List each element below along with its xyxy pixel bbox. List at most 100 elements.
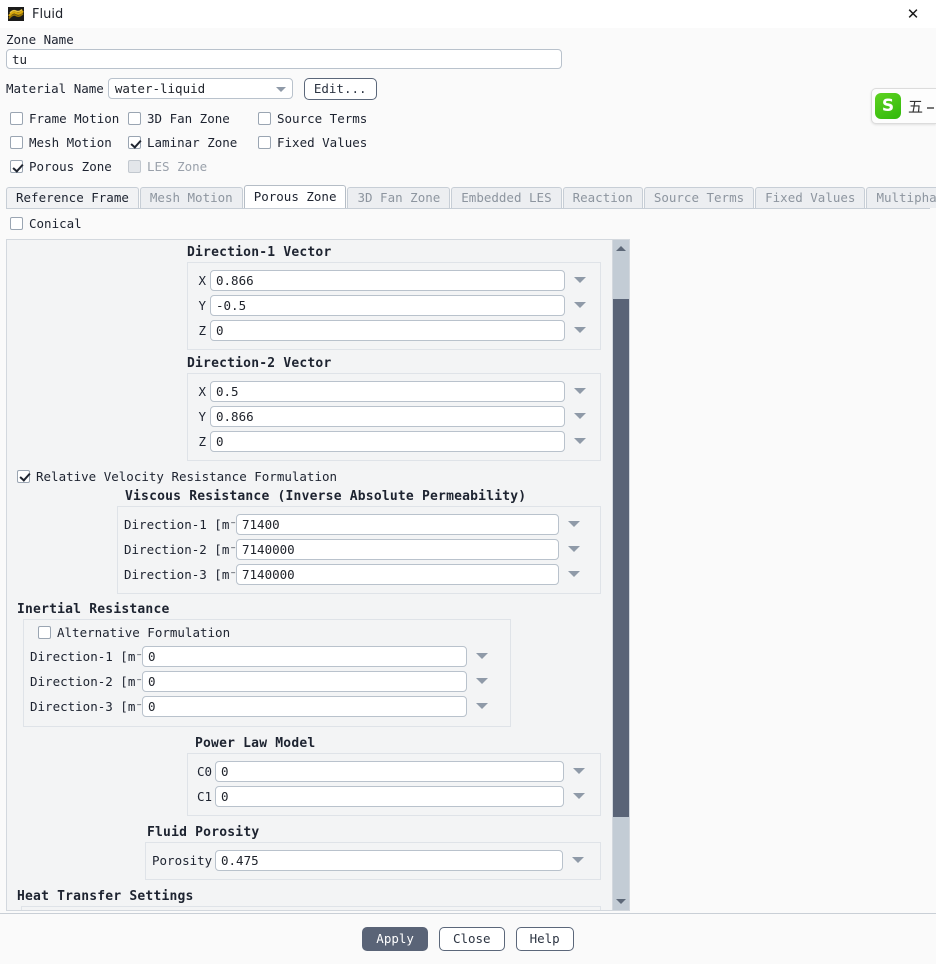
tab-reaction[interactable]: Reaction	[562, 186, 643, 208]
checkbox-source-terms[interactable]: Source Terms	[258, 111, 367, 126]
checkbox-box	[10, 112, 23, 126]
dropdown-arrow-icon[interactable]	[574, 327, 586, 334]
checkbox-alternative-formulation[interactable]: Alternative Formulation	[38, 625, 230, 640]
dropdown-arrow-icon[interactable]	[568, 521, 580, 528]
inertial-resistance-group: Alternative Formulation Direction-1 [m⁻¹…	[23, 618, 511, 727]
direction1-title: Direction-1 Vector	[187, 244, 332, 260]
direction2-y-input[interactable]	[210, 405, 565, 427]
dropdown-arrow-icon[interactable]	[476, 703, 488, 710]
checkbox-fixed-values[interactable]: Fixed Values	[258, 135, 367, 150]
field-label: X	[198, 272, 206, 288]
field-label: Direction-1 [m⁻¹]	[30, 648, 158, 664]
viscous-resistance-title: Viscous Resistance (Inverse Absolute Per…	[125, 488, 527, 504]
tab-source-terms[interactable]: Source Terms	[643, 186, 755, 208]
checkbox-box	[38, 625, 51, 639]
dropdown-arrow-icon[interactable]	[573, 768, 585, 775]
scrollbar-thumb[interactable]	[613, 298, 629, 817]
direction1-y-row: Y	[194, 294, 594, 316]
triangle-down-icon	[616, 898, 626, 904]
inertial-direction2-input[interactable]	[142, 670, 467, 692]
checkbox-label: 3D Fan Zone	[147, 111, 230, 127]
dropdown-arrow-icon[interactable]	[568, 571, 580, 578]
ime-mode-label[interactable]: 五	[908, 96, 923, 117]
direction2-group: X Y Z	[187, 372, 601, 461]
tab-fixed-values[interactable]: Fixed Values	[755, 186, 866, 208]
material-edit-button[interactable]: Edit...	[303, 78, 377, 100]
zone-name-input[interactable]	[6, 49, 562, 69]
tab-underline	[6, 207, 930, 209]
direction2-x-input[interactable]	[210, 380, 565, 402]
direction1-x-input[interactable]	[210, 269, 565, 291]
scrollbar-track[interactable]	[613, 256, 629, 893]
dropdown-arrow-icon[interactable]	[476, 678, 488, 685]
ime-more-icon[interactable]	[927, 106, 934, 109]
viscous-direction1-input[interactable]	[236, 513, 559, 535]
tab-reference-frame[interactable]: Reference Frame	[6, 186, 139, 208]
power-law-c1-input[interactable]	[215, 785, 564, 807]
inertial-direction3-input[interactable]	[142, 695, 467, 717]
checkbox-label: Mesh Motion	[29, 135, 112, 151]
zone-name-label: Zone Name	[6, 32, 74, 47]
help-button[interactable]: Help	[515, 927, 574, 951]
inertial-direction1-input[interactable]	[142, 645, 467, 667]
dropdown-arrow-icon[interactable]	[574, 302, 586, 309]
checkbox-porous-zone[interactable]: Porous Zone	[10, 159, 112, 174]
field-label: C0	[196, 763, 212, 779]
dropdown-arrow-icon[interactable]	[573, 793, 585, 800]
scroll-down-button[interactable]	[613, 892, 629, 910]
direction1-z-input[interactable]	[210, 319, 565, 341]
tab-porous-zone[interactable]: Porous Zone	[243, 184, 347, 208]
checkbox-3d-fan-zone[interactable]: 3D Fan Zone	[128, 111, 230, 126]
scroll-up-button[interactable]	[613, 239, 629, 257]
heat-transfer-title: Heat Transfer Settings	[17, 888, 194, 904]
checkbox-label: Porous Zone	[29, 159, 112, 175]
material-name-dropdown[interactable]: water-liquid	[107, 78, 293, 100]
tab-mesh-motion[interactable]: Mesh Motion	[139, 186, 243, 208]
checkbox-box	[258, 136, 271, 150]
tab-multiphase[interactable]: Multiphase	[866, 186, 936, 208]
power-law-c0-input[interactable]	[215, 760, 564, 782]
direction1-y-input[interactable]	[210, 294, 565, 316]
field-label: Y	[198, 408, 206, 424]
viscous-direction3-input[interactable]	[236, 563, 559, 585]
checkbox-mesh-motion[interactable]: Mesh Motion	[10, 135, 112, 150]
field-label: Direction-1 [m⁻²]	[124, 516, 252, 532]
dropdown-arrow-icon[interactable]	[574, 413, 586, 420]
porous-zone-scroll-panel: Direction-1 Vector X Y Z	[6, 238, 630, 911]
tab-bar: Reference Frame Mesh Motion Porous Zone …	[6, 184, 936, 208]
dropdown-arrow-icon[interactable]	[572, 857, 584, 864]
checkbox-box	[17, 469, 30, 483]
field-label: Y	[198, 297, 206, 313]
sogou-logo-icon[interactable]: S	[874, 93, 901, 119]
close-button[interactable]: Close	[438, 927, 505, 951]
power-law-group: C0 C1	[187, 752, 601, 816]
checkbox-box	[10, 160, 23, 174]
tab-embedded-les[interactable]: Embedded LES	[451, 186, 562, 208]
checkbox-label: Alternative Formulation	[57, 624, 231, 640]
dropdown-arrow-icon[interactable]	[476, 653, 488, 660]
checkbox-laminar-zone[interactable]: Laminar Zone	[128, 135, 237, 150]
dropdown-arrow-icon[interactable]	[574, 277, 586, 284]
viscous-direction2-input[interactable]	[236, 538, 559, 560]
direction2-z-input[interactable]	[210, 430, 565, 452]
close-icon[interactable]: ✕	[890, 0, 936, 28]
vertical-scrollbar[interactable]	[612, 239, 629, 910]
apply-button[interactable]: Apply	[362, 927, 428, 951]
fluid-dialog: Fluid ✕ Zone Name Material Name water-li…	[0, 0, 936, 964]
tab-3d-fan-zone[interactable]: 3D Fan Zone	[347, 186, 451, 208]
field-label: X	[198, 383, 206, 399]
checkbox-relative-velocity-resistance[interactable]: Relative Velocity Resistance Formulation	[17, 469, 337, 484]
dropdown-arrow-icon[interactable]	[568, 546, 580, 553]
checkbox-box	[10, 136, 23, 150]
window-title: Fluid	[32, 6, 64, 22]
dropdown-arrow-icon[interactable]	[574, 438, 586, 445]
inertial-resistance-title: Inertial Resistance	[17, 601, 170, 617]
checkbox-label: Laminar Zone	[147, 135, 238, 151]
checkbox-frame-motion[interactable]: Frame Motion	[10, 111, 119, 126]
porosity-input[interactable]	[215, 849, 563, 871]
ime-floating-bar[interactable]: S 五	[870, 88, 936, 124]
checkbox-conical[interactable]: Conical	[10, 216, 82, 231]
dropdown-arrow-icon[interactable]	[574, 388, 586, 395]
inertial-direction1-row: Direction-1 [m⁻¹]	[30, 645, 504, 667]
field-label: Direction-2 [m⁻¹]	[30, 673, 158, 689]
